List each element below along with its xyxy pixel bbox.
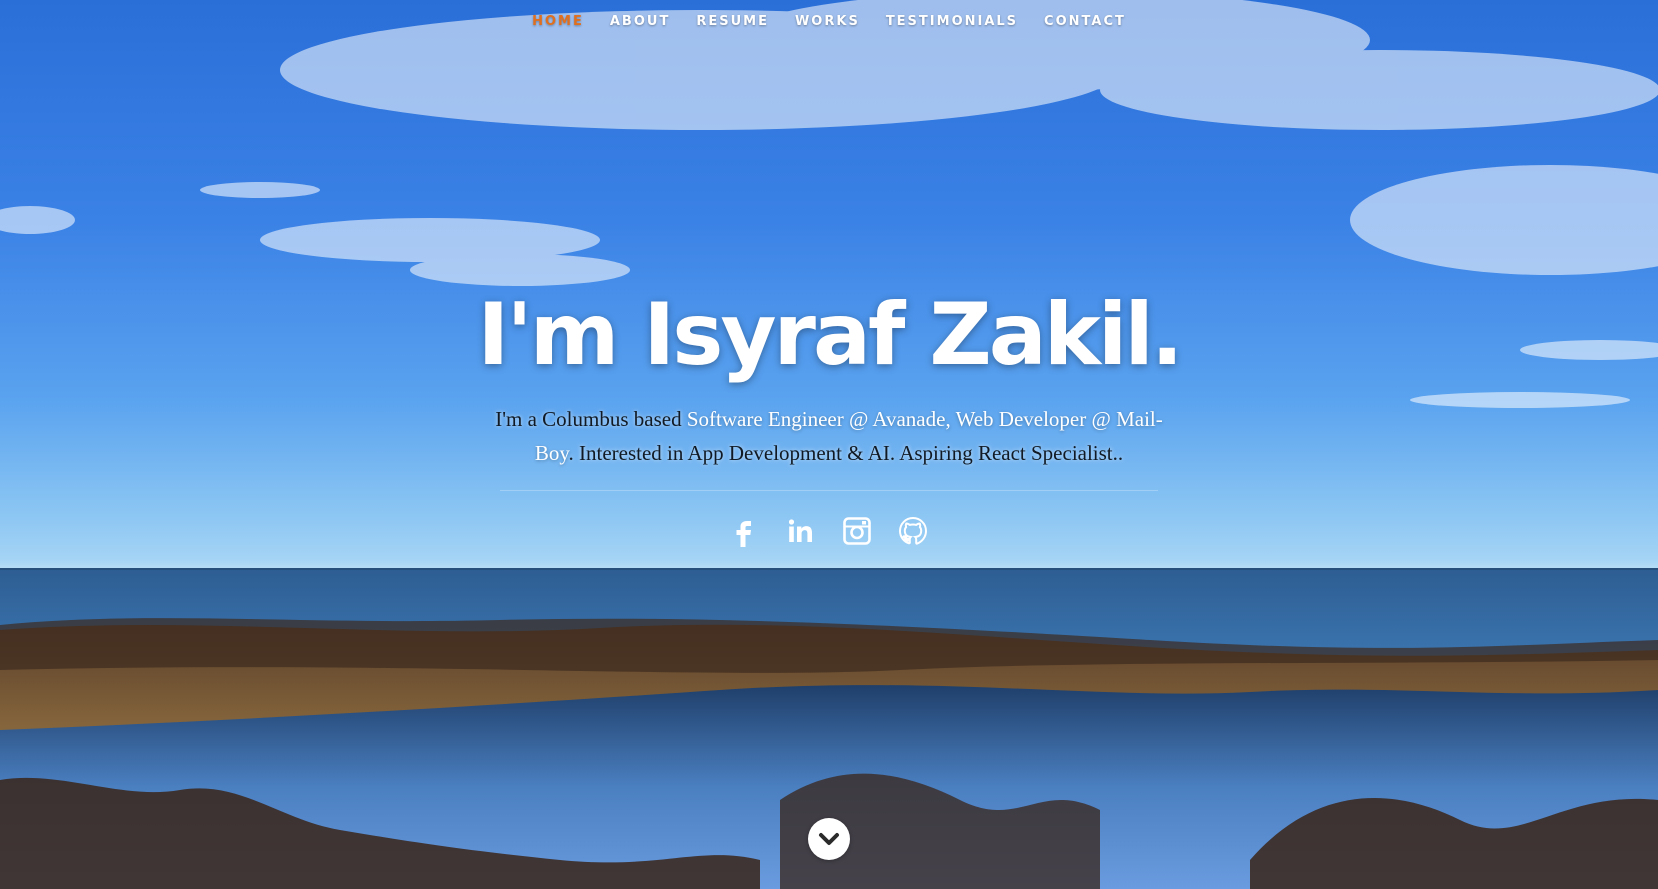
intro-separator: ,	[945, 407, 956, 431]
intro-text: I'm a Columbus based Software Engineer @…	[480, 402, 1178, 470]
headline: I'm Isyraf Zakil.	[477, 285, 1183, 385]
nav-resume[interactable]: RESUME	[683, 12, 782, 32]
nav-works[interactable]: WORKS	[782, 12, 873, 32]
intro-part2: . Interested in App Development & AI. As…	[568, 441, 1124, 465]
hero-section: HOME ABOUT RESUME WORKS TESTIMONIALS CON…	[0, 0, 1658, 889]
scroll-down-button[interactable]	[808, 818, 850, 860]
social-links	[0, 515, 1658, 547]
nav-contact[interactable]: CONTACT	[1031, 12, 1139, 32]
intro-role-avanade: Software Engineer @ Avanade	[686, 407, 946, 431]
linkedin-link[interactable]	[785, 515, 817, 547]
nav-about[interactable]: ABOUT	[597, 12, 683, 32]
nav-testimonials[interactable]: TESTIMONIALS	[873, 12, 1031, 32]
facebook-icon	[736, 521, 751, 547]
facebook-link[interactable]	[729, 515, 761, 547]
instagram-icon	[843, 517, 871, 545]
nav-home[interactable]: HOME	[519, 12, 597, 32]
github-link[interactable]	[897, 515, 929, 547]
linkedin-icon	[788, 519, 812, 542]
main-nav: HOME ABOUT RESUME WORKS TESTIMONIALS CON…	[0, 12, 1658, 32]
github-icon	[898, 516, 928, 545]
instagram-link[interactable]	[841, 515, 873, 547]
divider	[500, 490, 1158, 491]
chevron-down-icon	[819, 833, 839, 845]
intro-part1: I'm a Columbus based	[495, 407, 687, 431]
